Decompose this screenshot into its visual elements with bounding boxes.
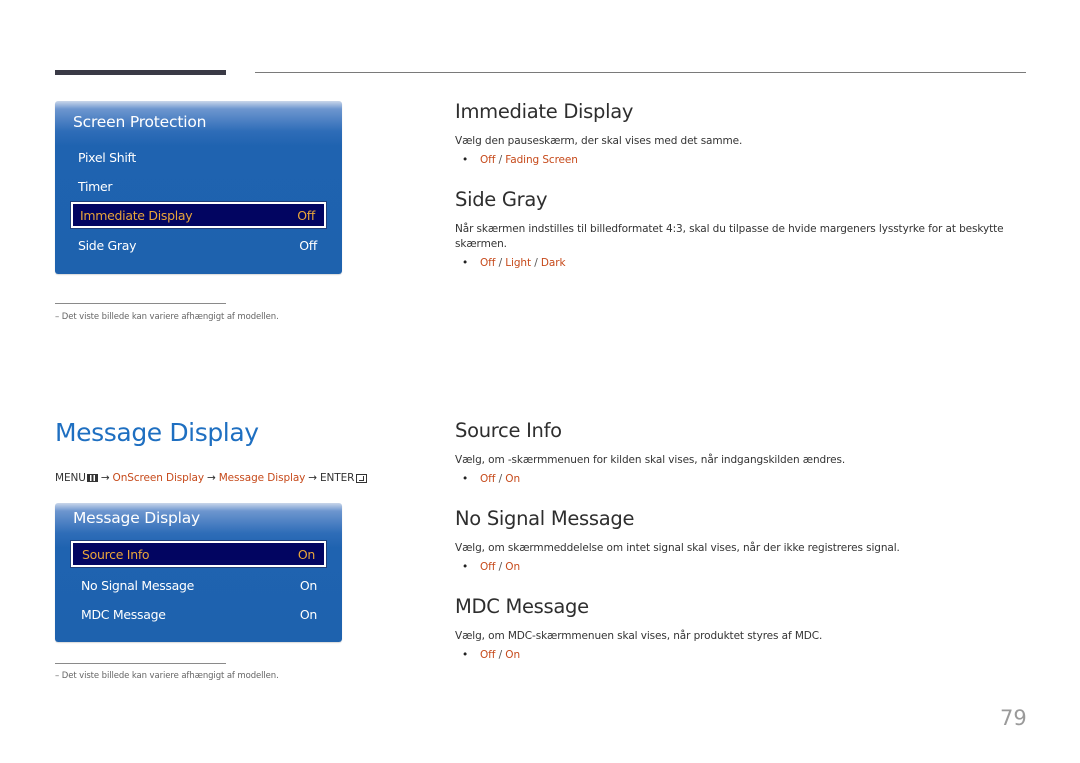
heading-no-signal-message: No Signal Message bbox=[455, 507, 635, 530]
options-immediate-display: • Off / Fading Screen bbox=[462, 154, 578, 166]
option-off: Off bbox=[480, 561, 496, 573]
menu-item-timer[interactable]: Timer bbox=[71, 173, 326, 199]
option-off: Off bbox=[480, 154, 496, 166]
separator: / bbox=[495, 257, 506, 269]
separator: / bbox=[495, 649, 506, 661]
heading-source-info: Source Info bbox=[455, 419, 562, 442]
description-immediate-display: Vælg den pauseskærm, der skal vises med … bbox=[455, 135, 743, 147]
arrow-icon: → bbox=[100, 472, 110, 484]
description-side-gray: Når skærmen indstilles til billedformate… bbox=[455, 223, 1004, 250]
bullet-icon: • bbox=[462, 473, 469, 485]
description-mdc-message: Vælg, om MDC-skærmmenuen skal vises, når… bbox=[455, 630, 823, 642]
heading-side-gray: Side Gray bbox=[455, 188, 548, 211]
separator: / bbox=[495, 473, 506, 485]
bullet-icon: • bbox=[462, 257, 469, 269]
bullet-icon: • bbox=[462, 154, 469, 166]
breadcrumb-enter: ENTER bbox=[319, 472, 355, 484]
menu-icon bbox=[86, 474, 98, 482]
menu-title: Screen Protection bbox=[73, 113, 207, 131]
menu-item-value: Off bbox=[299, 237, 317, 253]
menu-item-side-gray[interactable]: Side Gray Off bbox=[71, 232, 326, 258]
option-off: Off bbox=[480, 649, 496, 661]
footnote-divider bbox=[55, 663, 226, 664]
arrow-icon: → bbox=[207, 472, 216, 484]
header-rule-thick bbox=[55, 70, 226, 75]
option-on: On bbox=[505, 649, 521, 661]
options-side-gray: • Off / Light / Dark bbox=[462, 257, 566, 269]
menu-item-label: Immediate Display bbox=[80, 207, 193, 223]
options-mdc-message: • Off / On bbox=[462, 649, 520, 661]
option-fading-screen: Fading Screen bbox=[505, 154, 578, 166]
menu-title: Message Display bbox=[73, 509, 200, 527]
menu-item-label: Source Info bbox=[82, 546, 150, 562]
menu-item-label: Timer bbox=[78, 178, 113, 194]
option-on: On bbox=[505, 473, 521, 485]
breadcrumb-onscreen-display[interactable]: OnScreen Display bbox=[113, 472, 205, 484]
bullet-icon: • bbox=[462, 561, 469, 573]
menu-item-label: No Signal Message bbox=[81, 577, 195, 593]
menu-item-label: MDC Message bbox=[81, 606, 166, 622]
option-off: Off bbox=[480, 257, 496, 269]
page-number: 79 bbox=[1000, 706, 1027, 730]
separator: / bbox=[495, 154, 506, 166]
menu-item-no-signal-message[interactable]: No Signal Message On bbox=[71, 572, 326, 598]
option-dark: Dark bbox=[540, 257, 566, 269]
bullet-icon: • bbox=[462, 649, 469, 661]
heading-mdc-message: MDC Message bbox=[455, 595, 589, 618]
separator: / bbox=[495, 561, 506, 573]
breadcrumb-message-display[interactable]: Message Display bbox=[219, 472, 306, 484]
menu-item-label: Pixel Shift bbox=[78, 149, 136, 165]
footnote: – Det viste billede kan variere afhængig… bbox=[55, 312, 279, 322]
options-source-info: • Off / On bbox=[462, 473, 520, 485]
description-no-signal-message: Vælg, om skærmmeddelelse om intet signal… bbox=[455, 542, 900, 554]
separator: / bbox=[531, 257, 541, 269]
options-no-signal-message: • Off / On bbox=[462, 561, 520, 573]
footnote-divider bbox=[55, 303, 226, 304]
menu-item-value: On bbox=[297, 546, 315, 562]
option-light: Light bbox=[505, 257, 531, 269]
menu-item-immediate-display[interactable]: Immediate Display Off bbox=[70, 201, 327, 229]
header-rule-thin bbox=[255, 72, 1026, 73]
section-title: Message Display bbox=[55, 418, 259, 447]
menu-item-value: On bbox=[299, 606, 317, 622]
message-display-menu: Message Display Source Info On No Signal… bbox=[55, 503, 342, 642]
screen-protection-menu: Screen Protection Pixel Shift Timer Imme… bbox=[55, 101, 342, 274]
heading-immediate-display: Immediate Display bbox=[455, 100, 634, 123]
menu-item-value: Off bbox=[297, 207, 315, 223]
enter-icon bbox=[356, 473, 368, 483]
menu-item-pixel-shift[interactable]: Pixel Shift bbox=[71, 144, 326, 170]
menu-item-value: On bbox=[299, 577, 317, 593]
menu-item-label: Side Gray bbox=[78, 237, 137, 253]
breadcrumb-menu: MENU bbox=[55, 472, 86, 484]
menu-item-mdc-message[interactable]: MDC Message On bbox=[71, 601, 326, 627]
breadcrumb: MENU → OnScreen Display → Message Displa… bbox=[55, 472, 368, 484]
arrow-icon: → bbox=[308, 472, 317, 484]
footnote: – Det viste billede kan variere afhængig… bbox=[55, 671, 279, 681]
menu-item-source-info[interactable]: Source Info On bbox=[70, 540, 327, 568]
option-off: Off bbox=[480, 473, 496, 485]
description-source-info: Vælg, om -skærmmenuen for kilden skal vi… bbox=[455, 454, 846, 466]
option-on: On bbox=[505, 561, 521, 573]
